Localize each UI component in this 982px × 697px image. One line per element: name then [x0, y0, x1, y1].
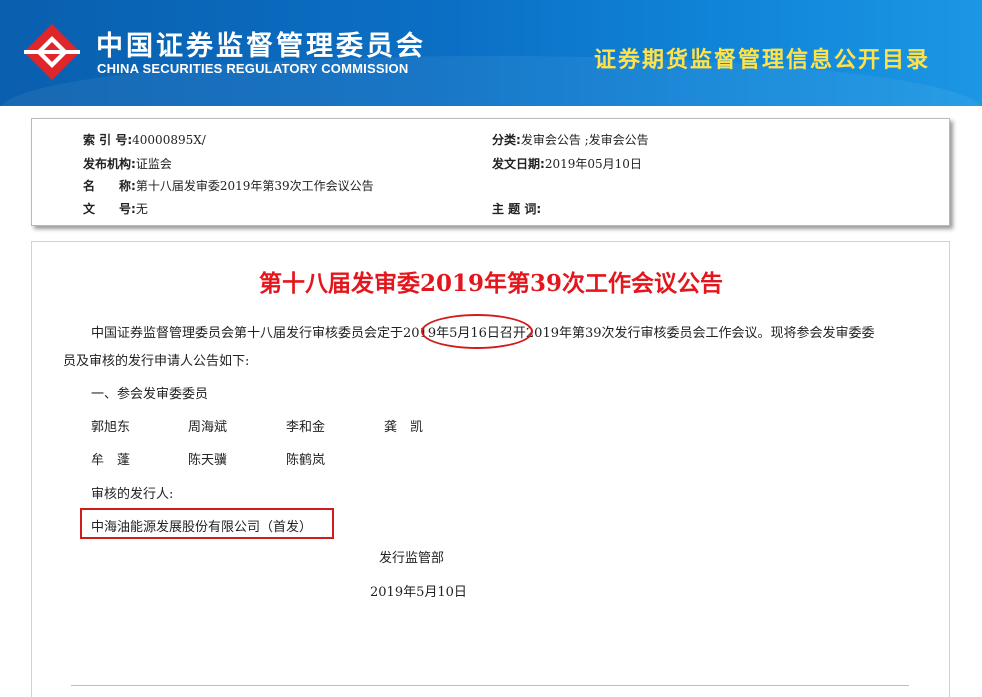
meta-category-value: 发审会公告 ;发审会公告 — [520, 133, 649, 147]
meta-docno-label: 文 号: — [83, 202, 136, 216]
reviewed-issuers-label: 审核的发行人: — [91, 487, 174, 502]
article-para1-line2: 员及审核的发行申请人公告如下: — [63, 354, 250, 369]
document-meta-panel: 索 引 号:40000895X/ 分类:发审会公告 ;发审会公告 发布机构:证监… — [31, 118, 950, 226]
meta-name: 名 称:第十八届发审委2019年第39次工作会议公告 — [83, 177, 374, 194]
meta-keywords: 主 题 词: — [492, 200, 541, 217]
meta-issuer-value: 证监会 — [135, 157, 172, 171]
meta-issuer-label: 发布机构: — [83, 157, 136, 171]
meta-index-value: 40000895X/ — [132, 133, 206, 147]
member-name: 陈天骥 — [188, 453, 228, 468]
member-name: 龚 凯 — [384, 420, 424, 435]
meta-category-label: 分类: — [492, 133, 521, 147]
meta-name-value: 第十八届发审委2019年第39次工作会议公告 — [135, 179, 374, 193]
member-name: 牟 蓬 — [91, 453, 131, 468]
meta-index-label: 索 引 号: — [83, 133, 133, 147]
csrc-logo-icon — [24, 24, 80, 80]
meta-date: 发文日期:2019年05月10日 — [492, 155, 642, 172]
footer-divider — [71, 685, 909, 686]
meta-date-label: 发文日期: — [492, 157, 545, 171]
header-banner: 中国证券监督管理委员会 CHINA SECURITIES REGULATORY … — [0, 0, 982, 106]
issuer-highlight-box — [80, 508, 334, 539]
meta-date-value: 2019年05月10日 — [544, 157, 642, 171]
meta-docno: 文 号:无 — [83, 200, 148, 217]
meta-index: 索 引 号:40000895X/ — [83, 131, 206, 148]
article-panel — [31, 241, 950, 697]
meta-docno-value: 无 — [135, 202, 148, 216]
meta-keywords-label: 主 题 词: — [492, 202, 542, 216]
sign-date: 2019年5月10日 — [370, 585, 467, 600]
meeting-date-highlight-circle — [421, 314, 533, 349]
meta-category: 分类:发审会公告 ;发审会公告 — [492, 131, 649, 148]
meta-issuer: 发布机构:证监会 — [83, 155, 172, 172]
org-name-en: CHINA SECURITIES REGULATORY COMMISSION — [97, 61, 409, 76]
member-name: 郭旭东 — [91, 420, 131, 435]
meta-name-label: 名 称: — [83, 179, 136, 193]
article-title: 第十八届发审委2019年第39次工作会议公告 — [258, 270, 724, 297]
article-section-heading: 一、参会发审委委员 — [91, 387, 209, 402]
member-name: 周海斌 — [188, 420, 228, 435]
org-name-cn: 中国证券监督管理委员会 — [96, 31, 426, 62]
issuing-department: 发行监管部 — [379, 551, 445, 566]
directory-title: 证券期货监督管理信息公开目录 — [593, 48, 930, 73]
member-name: 李和金 — [286, 420, 326, 435]
member-name: 陈鹤岚 — [286, 453, 326, 468]
